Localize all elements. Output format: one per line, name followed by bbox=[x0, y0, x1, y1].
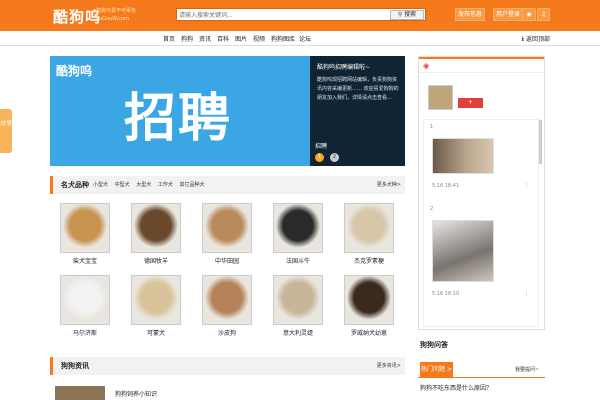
dog-photo[interactable] bbox=[131, 275, 181, 325]
tag-medium[interactable]: 中型犬 bbox=[115, 182, 130, 188]
banner-logo: 酷狗呜 bbox=[56, 64, 93, 78]
nav-item-home[interactable]: 首页 bbox=[163, 34, 175, 43]
dog-card[interactable]: 法国斗牛 bbox=[273, 203, 323, 265]
dog-name[interactable]: 柴犬宝宝 bbox=[60, 256, 110, 265]
logo-domain: KuGouW.com bbox=[96, 16, 129, 22]
dog-photo[interactable] bbox=[202, 275, 252, 325]
tab-hot-questions[interactable]: 热门问题 > bbox=[420, 362, 453, 377]
dog-name[interactable]: 意大利灵缇 bbox=[273, 328, 323, 337]
dog-name[interactable]: 罗威纳犬幼崽 bbox=[344, 328, 394, 337]
tag-working[interactable]: 工作犬 bbox=[158, 182, 173, 188]
dog-card[interactable]: 可蒙犬 bbox=[131, 275, 181, 337]
feed-time-1: 5.16 18:41 bbox=[432, 183, 460, 189]
site-logo[interactable]: 酷狗呜 bbox=[53, 6, 101, 27]
banner-caption-text: 酷狗呜现招聘网站编辑，负责狗狗资讯内容采编更新…… 欢迎喜爱狗狗的朋友加入我们，… bbox=[317, 77, 399, 101]
search-input[interactable] bbox=[179, 10, 389, 20]
news-section-header: 狗狗资讯 更多资讯> bbox=[50, 357, 405, 375]
news-item-title[interactable]: 狗狗饲养小知识 bbox=[115, 389, 157, 398]
banner-slide[interactable]: 酷狗呜 招聘 bbox=[50, 56, 310, 166]
banner-caption: 酷狗呜招聘编辑啦~ 酷狗呜现招聘网站编辑，负责狗狗资讯内容采编更新…… 欢迎喜爱… bbox=[310, 56, 405, 166]
top-bar: 酷狗呜 狗狗与爱不可辜负 KuGouW.com ⚲ 搜索 发布信息 用户登录 ◉… bbox=[0, 0, 600, 31]
dog-name[interactable]: 马尔济斯 bbox=[60, 328, 110, 337]
dog-name[interactable]: 法国斗牛 bbox=[273, 256, 323, 265]
nav-item-gallery[interactable]: 狗狗图库 bbox=[271, 34, 295, 43]
weibo-panel: ◉ + 1 5.16 18:41 ⋮ 2 5.16 18:10 ⋮ bbox=[418, 56, 545, 330]
dog-photo[interactable] bbox=[344, 203, 394, 253]
weibo-icon[interactable]: ◉ bbox=[423, 62, 429, 70]
dog-photo[interactable] bbox=[344, 275, 394, 325]
slide-dot-1[interactable]: 1 bbox=[315, 153, 324, 162]
qa-divider bbox=[418, 377, 545, 378]
logo-tagline: 狗狗与爱不可辜负 KuGouW.com bbox=[96, 7, 136, 23]
nav-right-label: 返回顶部 bbox=[525, 36, 550, 43]
dog-photo[interactable] bbox=[60, 203, 110, 253]
news-more-link[interactable]: 更多资讯> bbox=[377, 362, 401, 369]
publish-button[interactable]: 发布信息 bbox=[455, 8, 485, 21]
dogs-section-tags: 小型犬 中型犬 大型犬 工作犬 其它品种犬 bbox=[93, 181, 209, 188]
dog-card[interactable]: 德国牧羊 bbox=[131, 203, 181, 265]
dog-card[interactable]: 意大利灵缇 bbox=[273, 275, 323, 337]
qa-item[interactable]: 狗狗不吃东西是什么原因？ bbox=[420, 383, 492, 392]
share-tab[interactable]: 分享 bbox=[0, 109, 12, 153]
feed-more-icon-2[interactable]: ⋮ bbox=[524, 291, 529, 297]
nav-item-forum[interactable]: 论坛 bbox=[299, 34, 311, 43]
feed-image-1[interactable] bbox=[432, 138, 494, 174]
dog-photo[interactable] bbox=[60, 275, 110, 325]
qa-box-title: 狗狗问答 bbox=[420, 341, 448, 349]
ask-question-link[interactable]: 我要提问~ bbox=[515, 366, 539, 373]
dogs-more-link[interactable]: 更多犬种> bbox=[377, 181, 401, 188]
dog-name[interactable]: 中华田园 bbox=[202, 256, 252, 265]
dog-photo[interactable] bbox=[131, 203, 181, 253]
feed-index-1: 1 bbox=[430, 124, 434, 130]
news-section-title: 狗狗资讯 bbox=[61, 362, 89, 370]
dog-card[interactable]: 沙皮狗 bbox=[202, 275, 252, 337]
tag-small[interactable]: 小型犬 bbox=[93, 182, 108, 188]
banner-headline: 招聘 bbox=[124, 89, 233, 149]
banner-caption-title[interactable]: 酷狗呜招聘编辑啦~ bbox=[317, 62, 370, 71]
dog-name[interactable]: 杰克罗素梗 bbox=[344, 256, 394, 265]
feed-index-2: 2 bbox=[430, 206, 434, 212]
dog-card[interactable]: 罗威纳犬幼崽 bbox=[344, 275, 394, 337]
dog-photo[interactable] bbox=[202, 203, 252, 253]
login-button[interactable]: 用户登录 bbox=[493, 8, 523, 21]
news-thumbnail[interactable] bbox=[55, 386, 105, 400]
tag-other[interactable]: 其它品种犬 bbox=[179, 182, 204, 188]
main-nav: 首页 狗狗 资讯 百科 图片 视频 狗狗图库 论坛 ℹ 返回顶部 bbox=[0, 31, 600, 46]
dog-card[interactable]: 杰克罗素梗 bbox=[344, 203, 394, 265]
dog-name[interactable]: 可蒙犬 bbox=[131, 328, 181, 337]
feed-image-2[interactable] bbox=[432, 220, 494, 282]
feed-scrollbar[interactable] bbox=[539, 120, 542, 164]
dogs-section-title: 名犬品种 bbox=[61, 181, 89, 189]
search-icon: ⚲ bbox=[397, 11, 403, 18]
bell-icon[interactable]: ♫ bbox=[537, 8, 550, 21]
follow-button[interactable]: + bbox=[458, 98, 483, 108]
avatar[interactable] bbox=[428, 85, 453, 110]
slide-dot-2[interactable]: 2 bbox=[330, 153, 339, 162]
dog-photo[interactable] bbox=[273, 203, 323, 253]
tag-large[interactable]: 大型犬 bbox=[136, 182, 151, 188]
weibo-feed: 1 5.16 18:41 ⋮ 2 5.16 18:10 ⋮ bbox=[423, 119, 539, 327]
weibo-panel-header: ◉ bbox=[419, 57, 544, 73]
search-button[interactable]: ⚲ 搜索 bbox=[390, 10, 424, 20]
banner-caption-label: 招聘 bbox=[315, 143, 328, 150]
nav-item-wiki[interactable]: 百科 bbox=[217, 34, 229, 43]
dogs-section-header: 名犬品种 小型犬 中型犬 大型犬 工作犬 其它品种犬 更多犬种> bbox=[50, 176, 405, 194]
nav-item-pictures[interactable]: 图片 bbox=[235, 34, 247, 43]
dog-name[interactable]: 德国牧羊 bbox=[131, 256, 181, 265]
eye-icon[interactable]: ◉ bbox=[522, 8, 536, 21]
dog-name[interactable]: 沙皮狗 bbox=[202, 328, 252, 337]
search-button-label: 搜索 bbox=[404, 11, 417, 18]
feed-time-2: 5.16 18:10 bbox=[432, 291, 460, 297]
dog-photo[interactable] bbox=[273, 275, 323, 325]
nav-item-dogs[interactable]: 狗狗 bbox=[181, 34, 193, 43]
logo-tagline-text: 狗狗与爱不可辜负 bbox=[96, 8, 137, 14]
nav-back-to-top[interactable]: ℹ 返回顶部 bbox=[522, 34, 550, 43]
feed-more-icon-1[interactable]: ⋮ bbox=[524, 183, 529, 189]
search-box: ⚲ 搜索 bbox=[176, 8, 426, 21]
nav-item-videos[interactable]: 视频 bbox=[253, 34, 265, 43]
dog-card[interactable]: 柴犬宝宝 bbox=[60, 203, 110, 265]
dog-card[interactable]: 马尔济斯 bbox=[60, 275, 110, 337]
dog-card[interactable]: 中华田园 bbox=[202, 203, 252, 265]
nav-item-news[interactable]: 资讯 bbox=[199, 34, 211, 43]
